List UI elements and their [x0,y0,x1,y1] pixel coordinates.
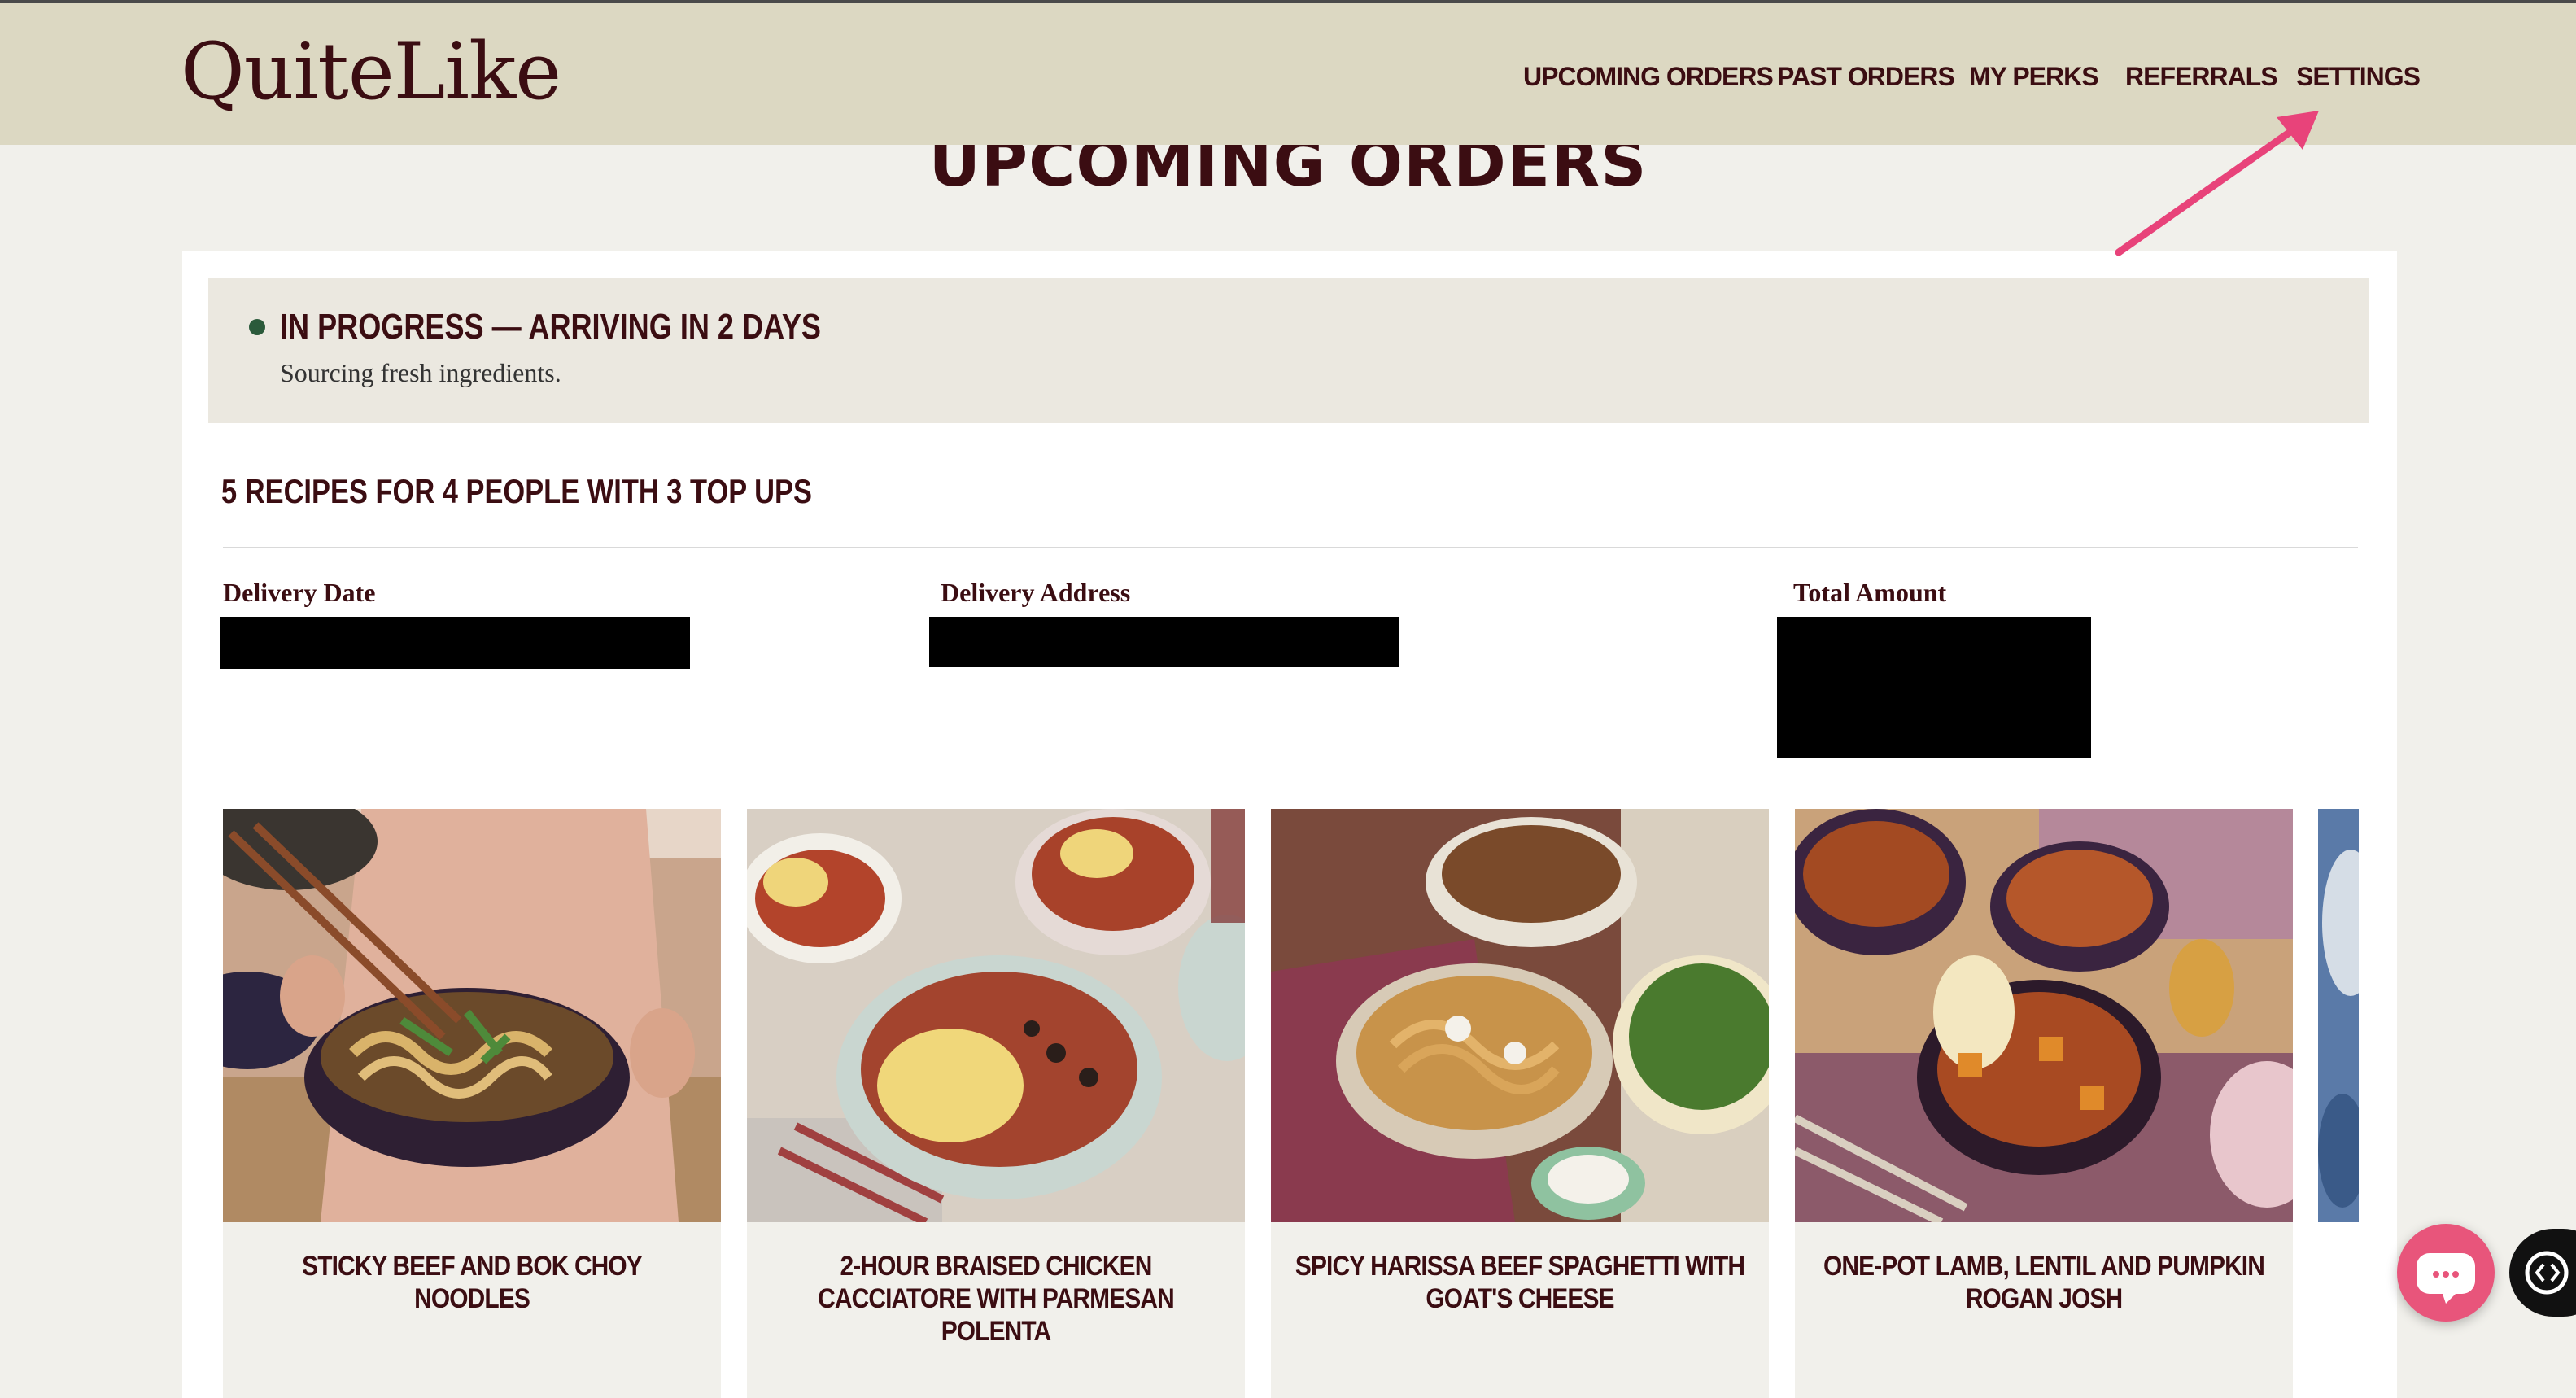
code-brackets-icon [2525,1251,2569,1295]
nav-referrals[interactable]: REFERRALS [2125,60,2278,93]
recipe-card[interactable]: 2-HOUR BRAISED CHICKEN CACCIATORE WITH P… [747,809,1245,1398]
delivery-date-label: Delivery Date [223,578,376,607]
recipe-card[interactable]: ONE-POT LAMB, LENTIL AND PUMPKIN ROGAN J… [1795,809,2293,1398]
side-widget-button[interactable] [2509,1229,2576,1317]
nav-my-perks[interactable]: MY PERKS [1969,60,2099,93]
order-status-panel: IN PROGRESS — ARRIVING IN 2 DAYS Sourcin… [208,278,2369,423]
recipe-photo [1271,809,1769,1222]
delivery-address-label: Delivery Address [941,578,1131,607]
total-amount-value-redacted [1777,617,2091,758]
recipe-title: ONE-POT LAMB, LENTIL AND PUMPKIN ROGAN J… [1823,1251,2265,1314]
nav-upcoming-orders[interactable]: UPCOMING ORDERS [1523,60,1774,93]
chat-button[interactable] [2397,1224,2495,1322]
nav-past-orders[interactable]: PAST ORDERS [1777,60,1955,93]
chat-bubble-icon [2417,1253,2475,1304]
recipe-photo [747,809,1245,1222]
delivery-address-value-redacted [929,617,1399,667]
recipe-card[interactable]: STICKY BEEF AND BOK CHOY NOODLES [223,809,721,1398]
recipe-title: SPICY HARISSA BEEF SPAGHETTI WITH GOAT'S… [1295,1251,1745,1314]
recipe-card-partial[interactable] [2318,809,2359,1222]
nav-settings[interactable]: SETTINGS [2296,60,2421,93]
recipe-card[interactable]: SPICY HARISSA BEEF SPAGHETTI WITH GOAT'S… [1271,809,1769,1398]
annotation-arrow-icon [2115,111,2319,256]
recipe-photo [223,809,721,1222]
recipe-photo [1795,809,2293,1222]
delivery-date-value-redacted [220,617,690,669]
order-card: IN PROGRESS — ARRIVING IN 2 DAYS Sourcin… [182,251,2397,1398]
status-title: IN PROGRESS — ARRIVING IN 2 DAYS [280,307,821,347]
status-subtitle: Sourcing fresh ingredients. [280,358,561,387]
recipe-title: STICKY BEEF AND BOK CHOY NOODLES [302,1251,643,1314]
divider [223,547,2358,548]
recipe-title: 2-HOUR BRAISED CHICKEN CACCIATORE WITH P… [818,1251,1175,1347]
total-amount-label: Total Amount [1793,578,1947,607]
order-summary: 5 RECIPES FOR 4 PEOPLE WITH 3 TOP UPS [221,472,812,510]
brand-logo[interactable]: QuiteLike [181,23,561,120]
status-dot-icon [249,319,265,335]
